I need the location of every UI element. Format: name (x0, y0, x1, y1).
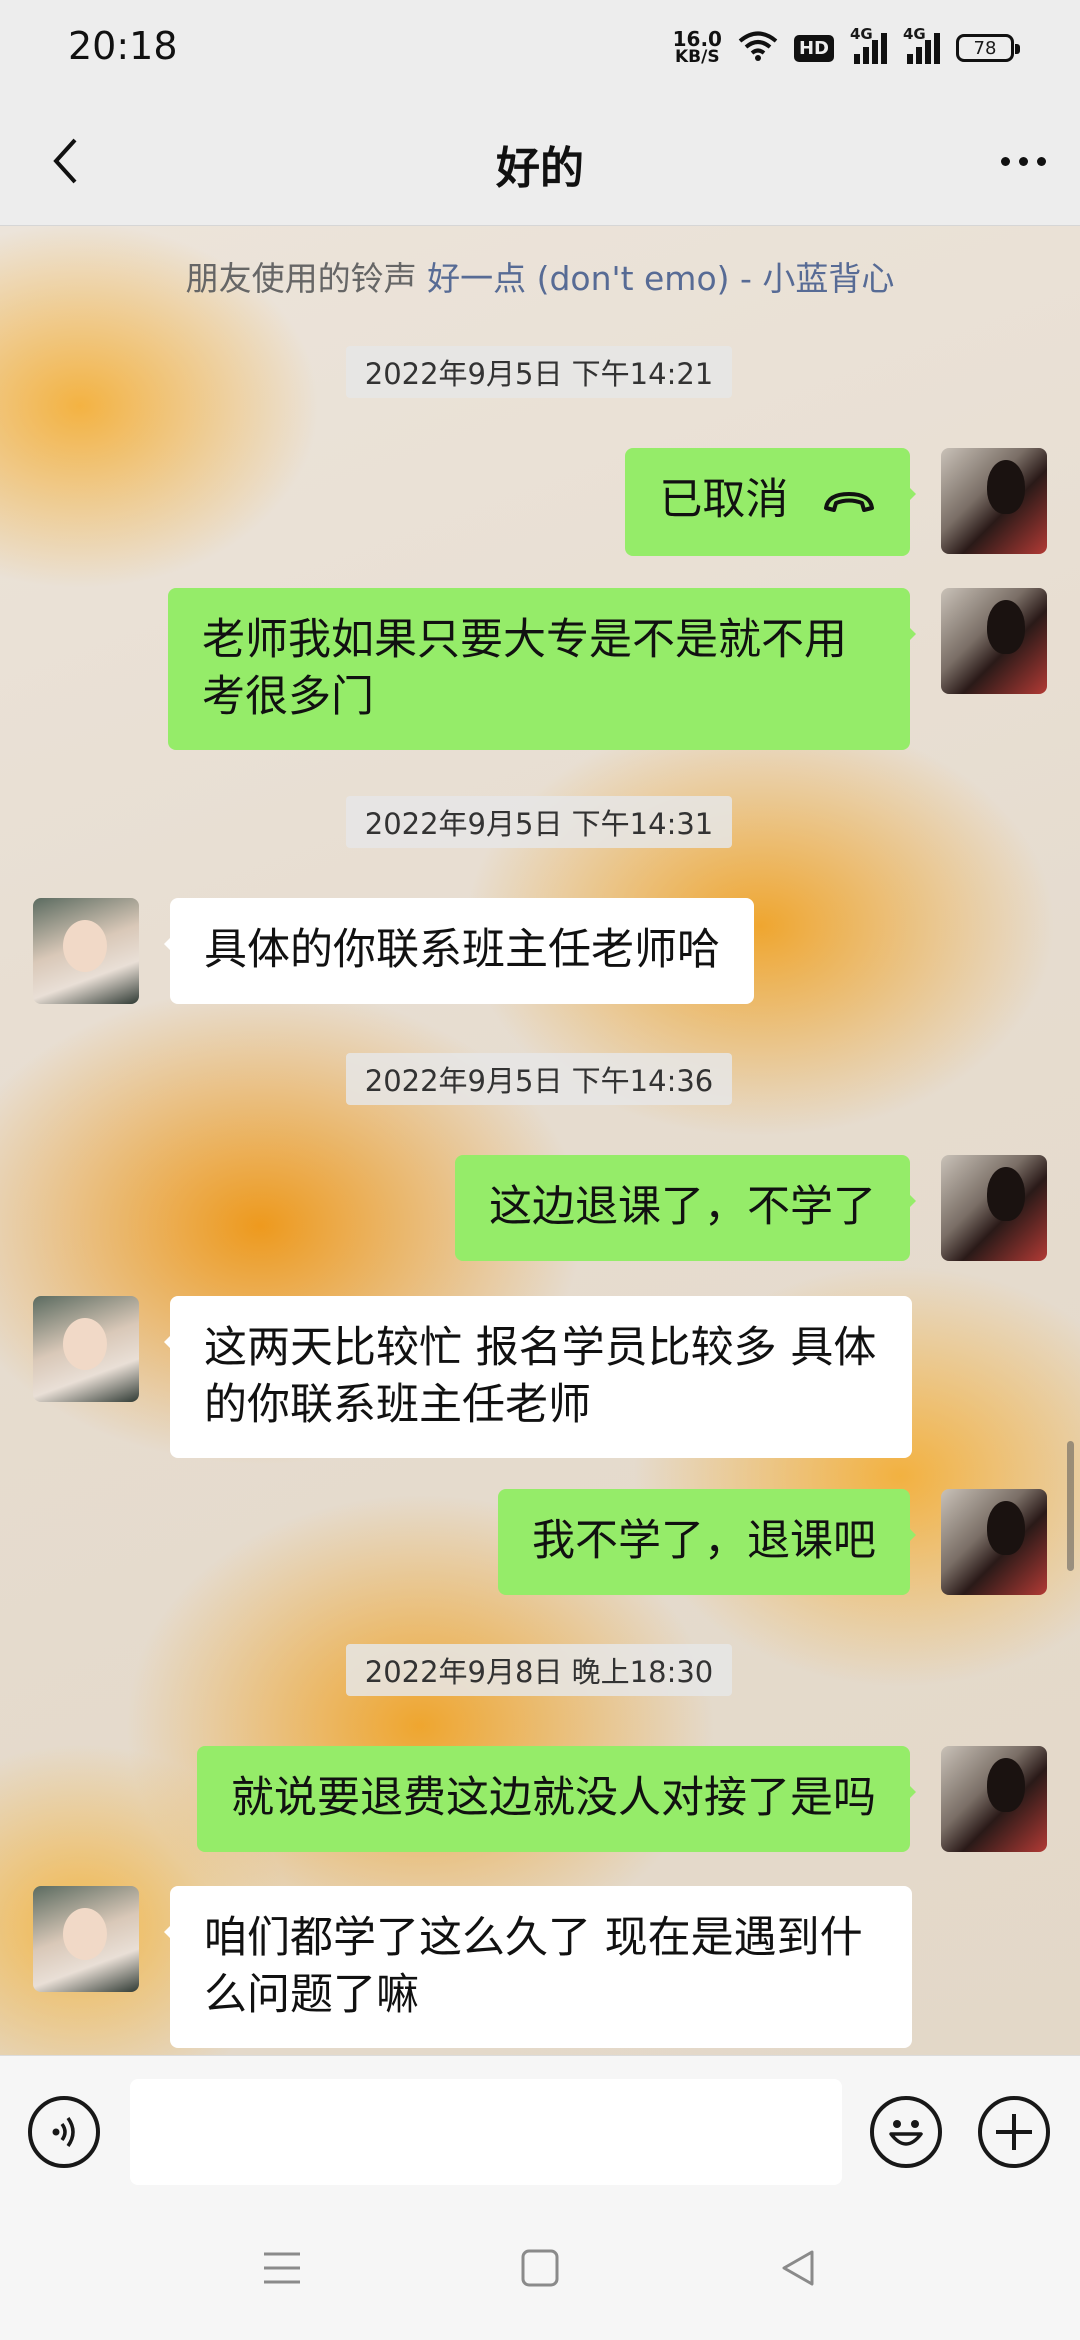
message-timestamp: 2022年9月5日 下午14:31 (346, 796, 732, 848)
battery-level: 78 (973, 37, 997, 59)
message-bubble-received[interactable]: 这两天比较忙 报名学员比较多 具体的你联系班主任老师 (164, 1296, 912, 1458)
emoji-icon (889, 2120, 923, 2146)
chat-title: 好的 (496, 143, 584, 194)
message-text: 就说要退费这边就没人对接了是吗 (231, 1773, 876, 1823)
chat-header: 好的 (0, 96, 1080, 226)
contact-avatar[interactable] (33, 1296, 139, 1402)
status-time: 20:18 (68, 24, 178, 68)
battery-icon: 78 (956, 34, 1020, 62)
message-text: 这两天比较忙 报名学员比较多 具体的你联系班主任老师 (204, 1323, 877, 1430)
more-dots-icon (1000, 156, 1010, 166)
message-text: 我不学了，退课吧 (532, 1516, 876, 1566)
ringtone-notice: 朋友使用的铃声 好一点 (don't emo) - 小蓝背心 (0, 252, 1080, 300)
message-text: 咱们都学了这么久了 现在是遇到什么问题了嘛 (204, 1913, 863, 2020)
message-text: 老师我如果只要大专是不是就不用考很多门 (202, 615, 847, 722)
home-icon (521, 2249, 559, 2287)
message-timestamp: 2022年9月5日 下午14:21 (346, 346, 732, 398)
message-text: 已取消 (659, 475, 789, 525)
ringtone-song-link[interactable]: 好一点 (don't emo) - 小蓝背心 (427, 259, 894, 298)
status-bar: 20:18 16.0 KB/S HD 4G 4G 78 (0, 0, 1080, 96)
message-bubble-received[interactable]: 咱们都学了这么久了 现在是遇到什么问题了嘛 (164, 1886, 912, 2048)
message-bubble-sent[interactable]: 老师我如果只要大专是不是就不用考很多门 (168, 588, 916, 750)
scrollbar-thumb[interactable] (1067, 1441, 1074, 1571)
input-bar (0, 2055, 1080, 2200)
signal-type-label: 4G (850, 24, 873, 43)
message-bubble-received[interactable]: 具体的你联系班主任老师哈 (164, 898, 754, 1004)
my-avatar[interactable] (941, 1746, 1047, 1852)
system-nav-bar (0, 2200, 1080, 2340)
nav-back-button[interactable] (766, 2236, 830, 2300)
menu-icon (264, 2252, 300, 2284)
contact-avatar[interactable] (33, 898, 139, 1004)
voice-button[interactable] (28, 2096, 100, 2168)
contact-avatar[interactable] (33, 1886, 139, 1992)
message-timestamp: 2022年9月8日 晚上18:30 (346, 1644, 732, 1696)
my-avatar[interactable] (941, 1155, 1047, 1261)
my-avatar[interactable] (941, 1489, 1047, 1595)
more-button[interactable] (988, 126, 1058, 196)
ringtone-prefix: 朋友使用的铃声 (185, 259, 417, 298)
signal-icon: 4G (903, 25, 940, 64)
call-hangup-icon (822, 474, 876, 531)
message-input[interactable] (130, 2079, 842, 2185)
message-bubble-sent[interactable]: 我不学了，退课吧 (498, 1489, 916, 1595)
chat-area[interactable]: 朋友使用的铃声 好一点 (don't emo) - 小蓝背心 2022年9月5日… (0, 226, 1080, 2055)
status-icons: 16.0 KB/S HD 4G 4G 78 (672, 25, 1020, 70)
back-triangle-icon (782, 2250, 814, 2286)
wifi-icon (738, 30, 778, 66)
my-avatar[interactable] (941, 588, 1047, 694)
message-text: 这边退课了，不学了 (489, 1182, 876, 1232)
message-timestamp: 2022年9月5日 下午14:36 (346, 1053, 732, 1105)
network-speed-value: 16.0 (672, 27, 722, 51)
home-button[interactable] (508, 2236, 572, 2300)
recent-apps-button[interactable] (250, 2236, 314, 2300)
emoji-button[interactable] (870, 2096, 942, 2168)
network-speed-unit: KB/S (675, 47, 720, 67)
more-functions-button[interactable] (978, 2096, 1050, 2168)
voice-icon (52, 2116, 75, 2148)
signal-icon: 4G (850, 25, 887, 64)
network-speed: 16.0 KB/S (672, 27, 722, 67)
message-bubble-sent[interactable]: 这边退课了，不学了 (455, 1155, 916, 1261)
hd-badge: HD (793, 34, 834, 62)
message-bubble-sent[interactable]: 就说要退费这边就没人对接了是吗 (197, 1746, 916, 1852)
my-avatar[interactable] (941, 448, 1047, 554)
message-bubble-sent[interactable]: 已取消 (625, 448, 916, 556)
message-text: 具体的你联系班主任老师哈 (204, 925, 720, 975)
signal-type-label: 4G (903, 24, 926, 43)
plus-icon (996, 2114, 1032, 2150)
